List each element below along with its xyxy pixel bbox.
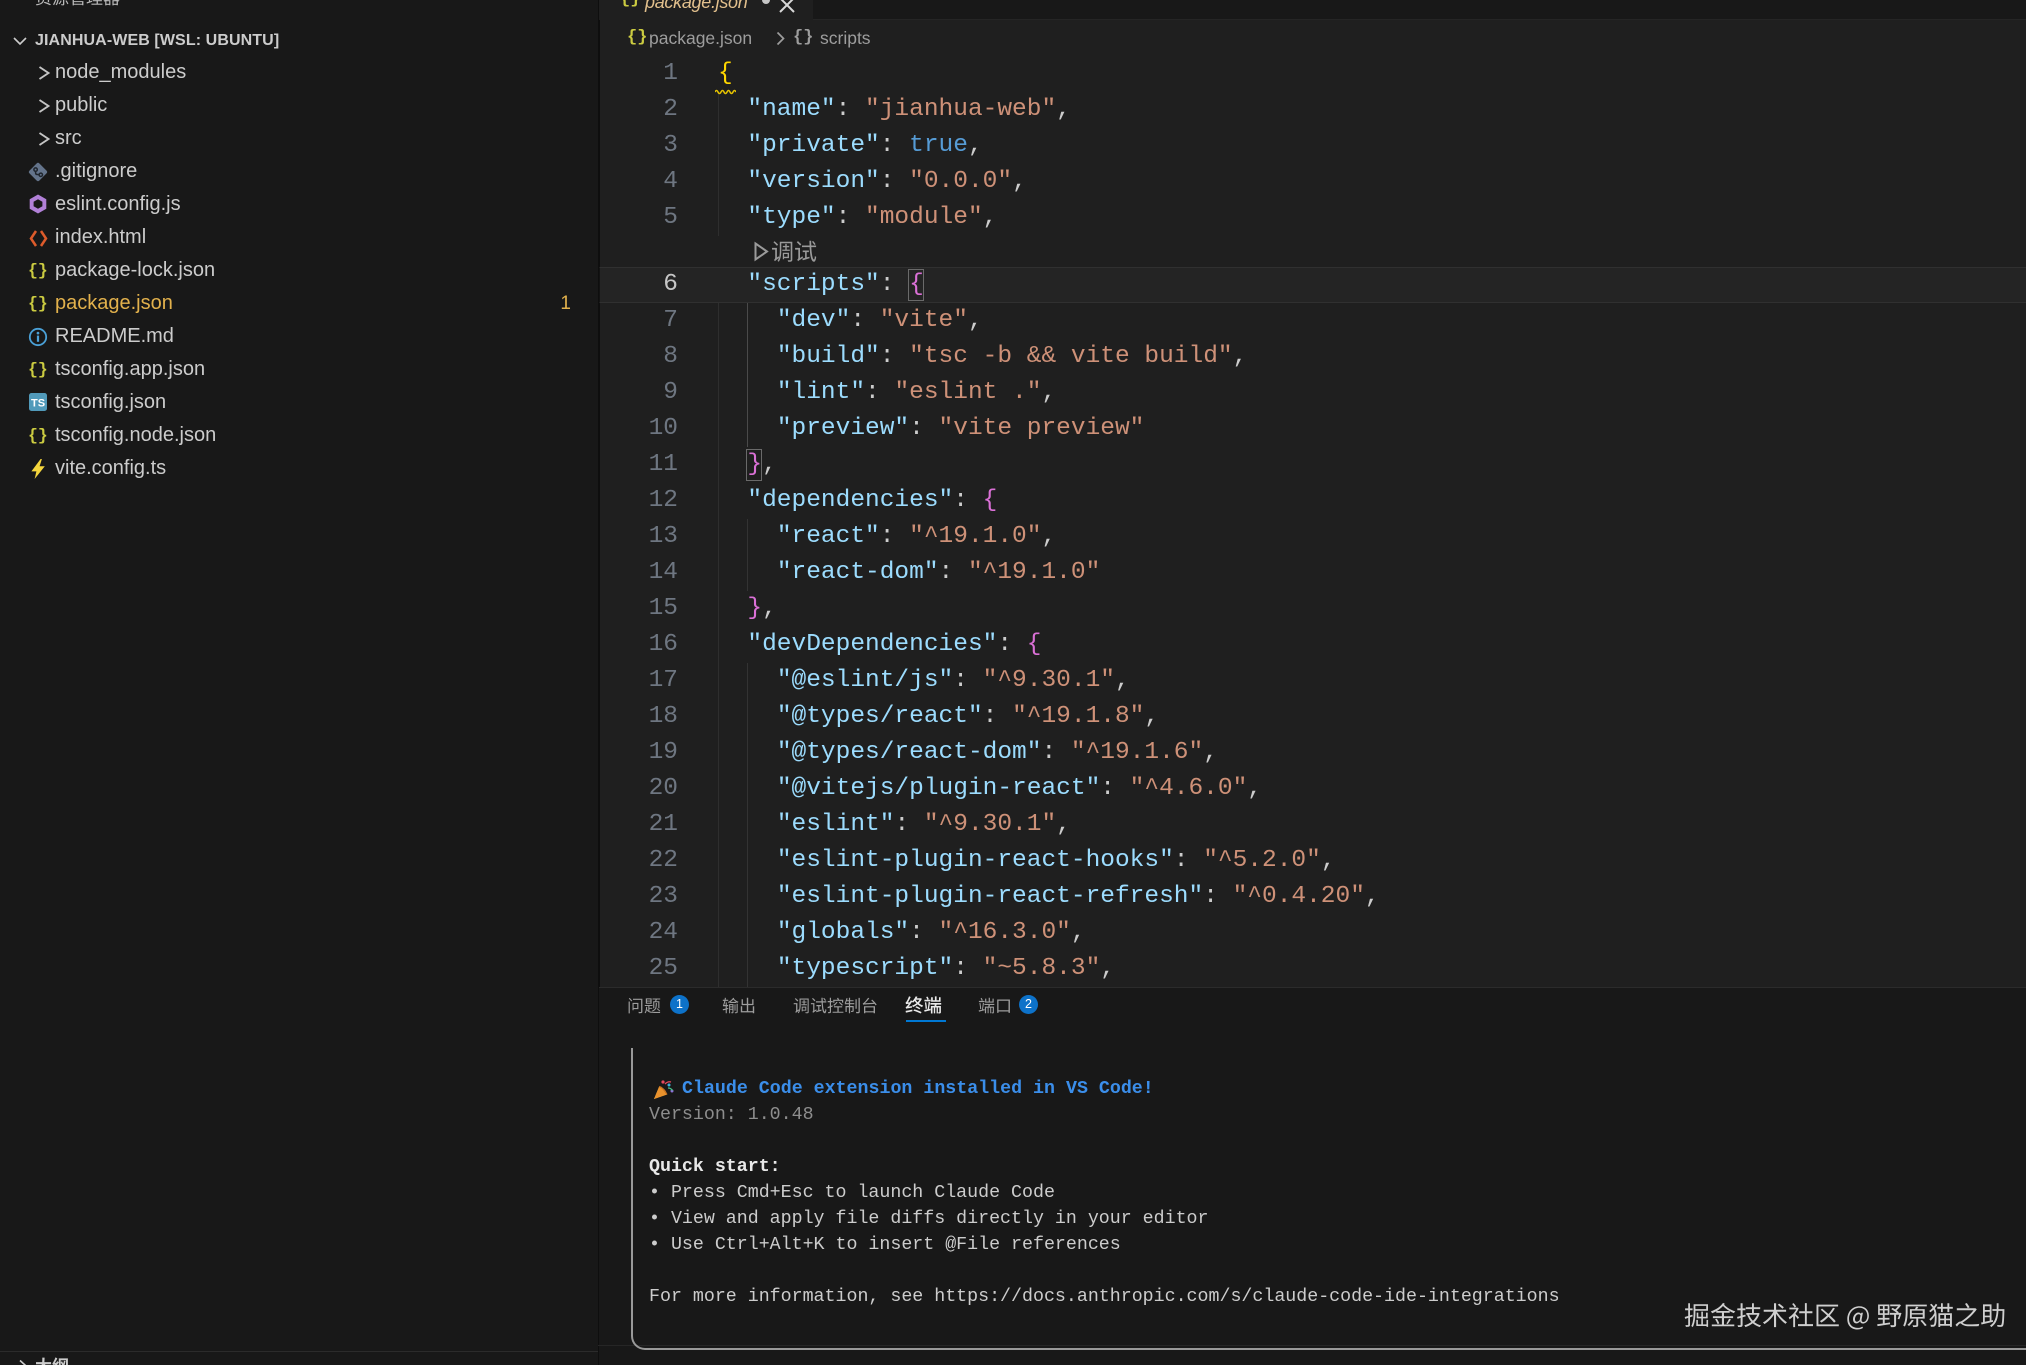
svg-text:TS: TS (31, 398, 45, 410)
